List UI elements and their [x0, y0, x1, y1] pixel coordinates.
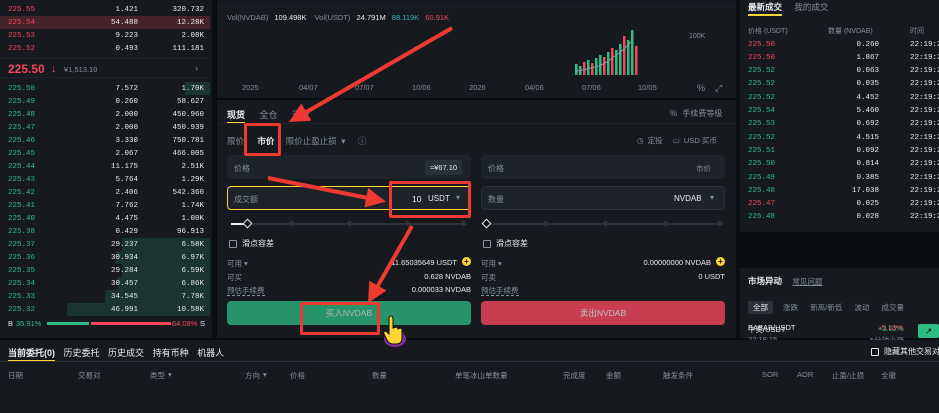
annotation-arrows	[267, 26, 453, 303]
hand-cursor-icon	[381, 315, 407, 347]
